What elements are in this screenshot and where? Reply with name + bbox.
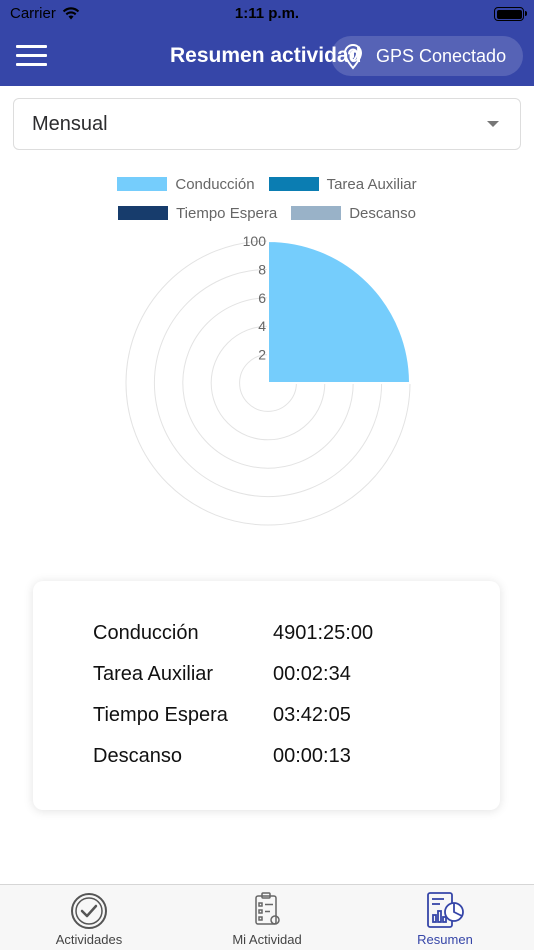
legend-swatch <box>118 206 169 220</box>
menu-button[interactable] <box>16 45 47 67</box>
nav-bar: Resumen actividad GPS Conectado <box>0 28 534 86</box>
tab-actividades[interactable]: Actividades <box>0 885 178 950</box>
summary-label: Tarea Auxiliar <box>93 663 214 685</box>
legend-swatch <box>291 206 342 220</box>
legend-item-tiempo-espera[interactable]: Tiempo Espera <box>118 205 277 222</box>
gps-status-label: GPS Conectado <box>376 45 507 66</box>
check-circle-icon <box>71 893 107 929</box>
chart-tick-label: 2 <box>258 347 266 363</box>
legend-item-tarea-auxiliar[interactable]: Tarea Auxiliar <box>268 175 417 193</box>
menu-icon <box>16 45 47 48</box>
legend-item-descanso[interactable]: Descanso <box>291 205 416 222</box>
chevron-down-icon <box>487 121 499 127</box>
legend-swatch <box>268 177 319 191</box>
chart-tick-label: 6 <box>258 290 266 306</box>
period-select-value: Mensual <box>32 112 108 135</box>
gps-status-badge[interactable]: GPS Conectado <box>331 36 523 76</box>
summary-value: 00:02:34 <box>273 663 351 685</box>
clipboard-icon <box>255 892 280 925</box>
legend-label: Tarea Auxiliar <box>326 175 417 193</box>
summary-value: 00:00:13 <box>273 745 351 767</box>
summary-value: 03:42:05 <box>273 704 351 726</box>
tab-label: Mi Actividad <box>232 932 302 947</box>
chart-legend: Conducción Tarea Auxiliar Tiempo Espera … <box>0 172 534 230</box>
status-bar: Carrier 1:11 p.m. <box>0 0 534 28</box>
legend-label: Conducción <box>175 175 255 193</box>
polar-area-chart: 2 4 6 8 100 <box>125 233 412 526</box>
tab-label: Resumen <box>417 932 473 947</box>
legend-label: Descanso <box>349 204 416 222</box>
battery-icon <box>494 7 527 21</box>
summary-label: Tiempo Espera <box>93 704 228 726</box>
legend-label: Tiempo Espera <box>176 204 278 222</box>
tab-bar: Actividades Mi Actividad Resumen <box>0 884 534 950</box>
clock: 1:11 p.m. <box>234 5 300 22</box>
chart-tick-label: 4 <box>258 318 266 334</box>
summary-value: 4901:25:00 <box>273 622 374 644</box>
chart-tick-label: 8 <box>258 261 266 277</box>
chart-tick-label: 100 <box>243 233 267 249</box>
period-select[interactable]: Mensual <box>13 98 521 150</box>
summary-card: Conducción 4901:25:00 Tarea Auxiliar 00:… <box>33 581 500 810</box>
chart-slice[interactable] <box>267 239 412 384</box>
tab-resumen[interactable]: Resumen <box>356 885 534 950</box>
tab-mi-actividad[interactable]: Mi Actividad <box>178 885 356 950</box>
summary-label: Conducción <box>93 622 199 644</box>
tab-label: Actividades <box>55 932 123 947</box>
summary-label: Descanso <box>93 745 182 767</box>
report-chart-icon <box>427 892 464 928</box>
legend-swatch <box>117 177 168 191</box>
legend-item-conduccion[interactable]: Conducción <box>117 175 255 193</box>
gps-fingerprint-icon <box>343 44 363 70</box>
